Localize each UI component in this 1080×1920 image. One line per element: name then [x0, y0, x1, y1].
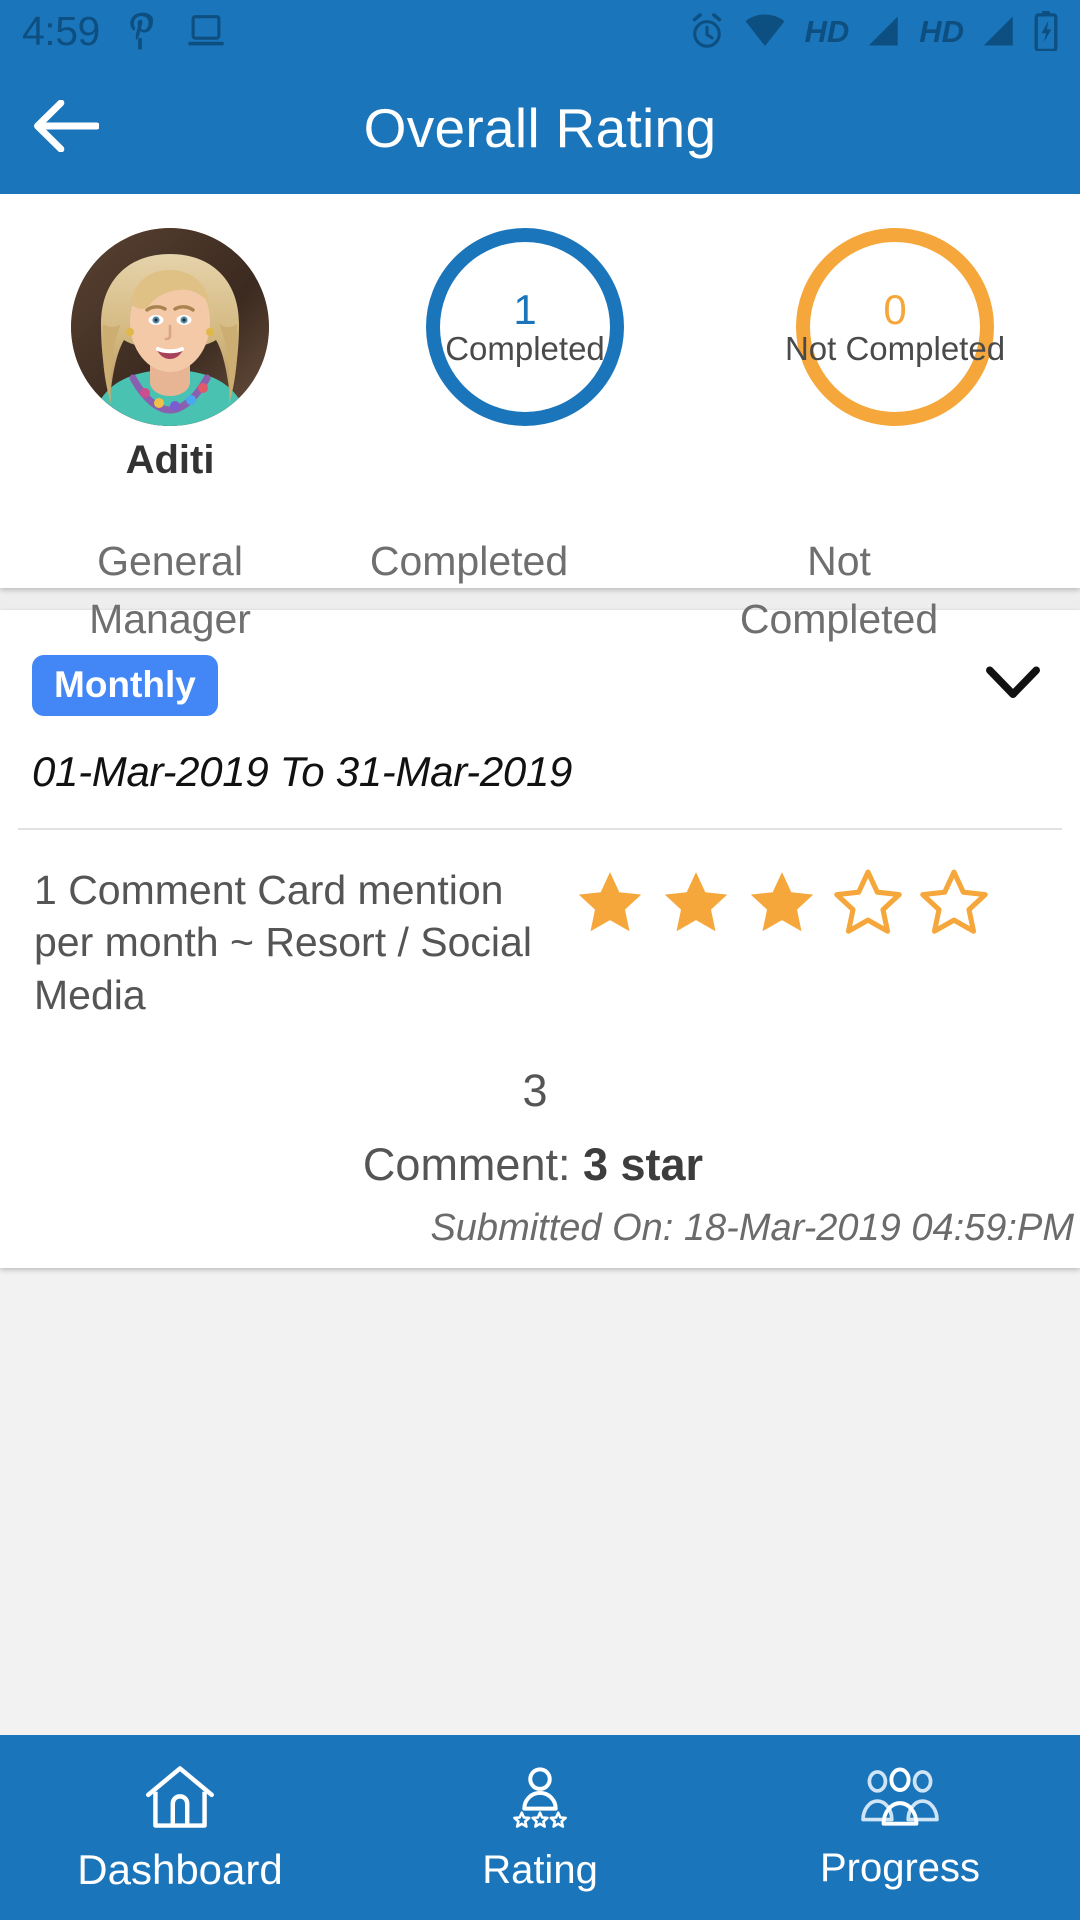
stat-not-completed[interactable]: 0 Not Completed [710, 228, 1080, 426]
status-bar-right: HD HD [688, 11, 1058, 51]
completed-caption: Completed [369, 538, 569, 584]
star-rating[interactable] [574, 864, 1046, 943]
nav-item-rating[interactable]: Rating [360, 1735, 720, 1920]
empty-space [0, 1268, 1080, 1735]
submitted-on: Submitted On: 18-Mar-2019 04:59:PM [430, 1207, 1074, 1250]
expand-button[interactable] [978, 650, 1048, 720]
person-stars-icon [504, 1765, 576, 1836]
app-root: 4:59 HD HD Overall Rating Aditi 1 Comple… [0, 0, 1080, 1920]
content-area: Aditi 1 Completed 0 Not Completed Genera… [0, 194, 1080, 1735]
score-value: 3 [522, 1065, 548, 1117]
star-filled-2[interactable] [660, 868, 732, 943]
profile-stats-card: Aditi 1 Completed 0 Not Completed Genera… [0, 194, 1080, 642]
comment-line: Comment: 3 star [0, 1139, 1080, 1191]
nav-label-progress: Progress [819, 1846, 981, 1890]
laptop-icon [186, 13, 226, 49]
comment-value: 3 star [582, 1139, 704, 1191]
date-range: 01-Mar-2019 To 31-Mar-2019 [32, 748, 573, 795]
signal-icon-1 [867, 15, 901, 47]
completed-ring-label: Completed [445, 329, 605, 367]
completed-ring: 1 Completed [426, 228, 624, 426]
not-completed-count: 0 [883, 285, 907, 333]
completed-count: 1 [513, 285, 537, 333]
status-time: 4:59 [22, 7, 100, 54]
nav-label-rating: Rating [482, 1848, 598, 1892]
avatar [71, 228, 269, 426]
pinterest-icon [126, 12, 160, 50]
star-filled-3[interactable] [746, 868, 818, 943]
comment-label: Comment: [362, 1139, 583, 1191]
hd-label-1: HD [804, 13, 850, 49]
arrow-left-icon [33, 98, 101, 157]
not-completed-caption: Not Completed [739, 538, 939, 643]
app-bar: Overall Rating [0, 62, 1080, 194]
star-empty-4[interactable] [832, 868, 904, 943]
rating-detail-card: Monthly 01-Mar-2019 To 31-Mar-2019 1 Com… [0, 610, 1080, 1269]
signal-icon-2 [982, 15, 1016, 47]
star-empty-5[interactable] [918, 868, 990, 943]
criteria-row: 1 Comment Card mention per month ~ Resor… [0, 830, 1080, 1021]
alarm-icon [688, 12, 726, 50]
back-button[interactable] [26, 88, 106, 168]
battery-charging-icon [1034, 11, 1058, 51]
profile-row: Aditi 1 Completed 0 Not Completed [0, 228, 1080, 480]
profile-captions: General Manager Completed Not Completed [0, 532, 1080, 648]
not-completed-ring: 0 Not Completed [785, 228, 1005, 426]
user-role: General Manager [89, 538, 251, 643]
people-group-icon [861, 1767, 939, 1834]
status-bar: 4:59 HD HD [0, 0, 1080, 62]
nav-item-progress[interactable]: Progress [720, 1735, 1080, 1920]
page-title: Overall Rating [363, 97, 717, 159]
hd-label-2: HD [919, 13, 964, 49]
bottom-navigation: Dashboard Rating Progress [0, 1735, 1080, 1920]
status-bar-left: 4:59 [22, 7, 226, 54]
user-name: Aditi [125, 438, 215, 482]
nav-item-dashboard[interactable]: Dashboard [0, 1735, 360, 1920]
star-filled-1[interactable] [574, 868, 646, 943]
nav-label-dashboard: Dashboard [77, 1846, 283, 1893]
home-icon [144, 1764, 216, 1835]
period-badge[interactable]: Monthly [32, 654, 218, 716]
chevron-down-icon [986, 666, 1040, 705]
criteria-text: 1 Comment Card mention per month ~ Resor… [34, 867, 532, 1018]
not-completed-ring-label: Not Completed [784, 329, 1006, 367]
stat-completed[interactable]: 1 Completed [340, 228, 710, 426]
profile-column: Aditi [0, 228, 340, 480]
wifi-icon [744, 14, 786, 48]
